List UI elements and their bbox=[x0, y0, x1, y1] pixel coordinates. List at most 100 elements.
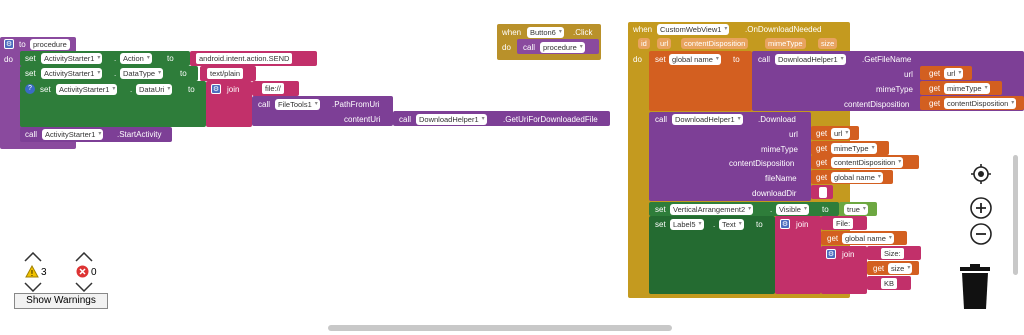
component-dropdown[interactable]: ActivityStarter1 bbox=[41, 53, 103, 64]
variable-dropdown[interactable]: global name bbox=[831, 172, 883, 183]
set-keyword: set bbox=[25, 54, 36, 63]
get-keyword: get bbox=[929, 69, 941, 78]
component-dropdown[interactable]: ActivityStarter1 bbox=[42, 129, 104, 140]
download-dir-text[interactable] bbox=[819, 187, 827, 198]
component-dropdown[interactable]: VerticalArrangement2 bbox=[670, 204, 754, 215]
dot: . bbox=[713, 220, 716, 229]
zoom-in-icon[interactable] bbox=[969, 196, 993, 220]
dot: . bbox=[114, 54, 117, 63]
show-warnings-button[interactable]: Show Warnings bbox=[14, 293, 108, 309]
warning-icon[interactable]: ! bbox=[25, 265, 39, 278]
to-keyword: to bbox=[822, 205, 829, 214]
method-name: .GetUriForDownloadedFile bbox=[503, 115, 598, 124]
help-icon[interactable]: ? bbox=[25, 84, 35, 94]
component-dropdown[interactable]: DownloadHelper1 bbox=[775, 54, 846, 65]
zoom-out-icon[interactable] bbox=[969, 222, 993, 246]
action-value-text[interactable]: android.intent.action.SEND bbox=[196, 53, 293, 64]
call-keyword: call bbox=[399, 115, 412, 124]
component-dropdown[interactable]: ActivityStarter1 bbox=[41, 68, 103, 79]
dot: . bbox=[114, 69, 117, 78]
component-dropdown[interactable]: CustomWebView1 bbox=[657, 24, 730, 35]
size-label-text[interactable]: Size: bbox=[881, 248, 904, 259]
set-keyword: set bbox=[655, 205, 666, 214]
method-name: .Download bbox=[758, 115, 796, 124]
to-keyword: to bbox=[180, 69, 187, 78]
errors-expand-icon[interactable] bbox=[75, 282, 93, 292]
call-keyword: call bbox=[25, 130, 38, 139]
variable-dropdown[interactable]: contentDisposition bbox=[944, 98, 1017, 109]
property-dropdown[interactable]: DataType bbox=[120, 68, 164, 79]
procedure-do-keyword: do bbox=[4, 55, 13, 64]
content-uri-arg-label: contentUri bbox=[344, 115, 381, 124]
set-keyword: set bbox=[655, 55, 666, 64]
dot: . bbox=[770, 205, 773, 214]
variable-dropdown[interactable]: url bbox=[831, 128, 851, 139]
component-dropdown[interactable]: DownloadHelper1 bbox=[416, 114, 487, 125]
param-url[interactable]: url bbox=[657, 38, 672, 49]
property-dropdown[interactable]: Visible bbox=[776, 204, 809, 215]
to-keyword: to bbox=[188, 85, 195, 94]
get-keyword: get bbox=[827, 234, 839, 243]
set-keyword: set bbox=[655, 220, 666, 229]
target-icon[interactable] bbox=[969, 162, 993, 186]
warning-count: 3 bbox=[41, 267, 47, 278]
method-name: .StartActivity bbox=[117, 130, 162, 139]
kb-text[interactable]: KB bbox=[881, 278, 898, 289]
gear-icon[interactable]: ⚙ bbox=[826, 249, 836, 259]
arg-url-label: url bbox=[904, 70, 913, 79]
variable-dropdown[interactable]: global name bbox=[842, 233, 894, 244]
component-dropdown[interactable]: FileTools1 bbox=[275, 99, 320, 110]
variable-dropdown[interactable]: size bbox=[888, 263, 913, 274]
gear-icon[interactable]: ⚙ bbox=[780, 219, 790, 229]
arg-mime-label: mimeType bbox=[761, 145, 798, 154]
component-dropdown[interactable]: ActivityStarter1 bbox=[56, 84, 118, 95]
to-keyword: to bbox=[167, 54, 174, 63]
error-icon[interactable] bbox=[76, 265, 89, 278]
errors-collapse-icon[interactable] bbox=[75, 252, 93, 262]
variable-dropdown[interactable]: url bbox=[944, 68, 964, 79]
procedure-name-field[interactable]: procedure bbox=[30, 39, 70, 50]
gear-icon[interactable]: ⚙ bbox=[4, 39, 14, 49]
call-keyword: call bbox=[655, 115, 668, 124]
param-mime-type[interactable]: mimeType bbox=[765, 38, 806, 49]
variable-dropdown[interactable]: mimeType bbox=[944, 83, 990, 94]
dot: . bbox=[130, 85, 133, 94]
property-dropdown[interactable]: Action bbox=[120, 53, 152, 64]
get-keyword: get bbox=[929, 84, 941, 93]
get-keyword: get bbox=[873, 264, 885, 273]
file-label-text[interactable]: File: bbox=[833, 218, 854, 229]
component-dropdown[interactable]: Label5 bbox=[670, 219, 704, 230]
when-keyword: when bbox=[633, 25, 653, 34]
boolean-dropdown[interactable]: true bbox=[844, 204, 868, 215]
variable-dropdown[interactable]: global name bbox=[669, 54, 721, 65]
arg-filename-label: fileName bbox=[765, 174, 797, 183]
datatype-value-text[interactable]: text/plain bbox=[207, 68, 244, 79]
trash-icon[interactable] bbox=[958, 264, 992, 310]
method-name: .GetFileName bbox=[862, 55, 912, 64]
join-keyword: join bbox=[842, 250, 855, 259]
procedure-dropdown[interactable]: procedure bbox=[540, 42, 585, 53]
get-keyword: get bbox=[816, 144, 828, 153]
variable-dropdown[interactable]: contentDisposition bbox=[831, 157, 904, 168]
property-dropdown[interactable]: DataUri bbox=[136, 84, 173, 95]
arg-cd-label: contentDisposition bbox=[729, 159, 795, 168]
warnings-expand-icon[interactable] bbox=[24, 282, 42, 292]
event-name: .OnDownloadNeeded bbox=[745, 25, 822, 34]
call-keyword: call bbox=[258, 100, 271, 109]
variable-dropdown[interactable]: mimeType bbox=[831, 143, 877, 154]
param-id[interactable]: id bbox=[638, 38, 650, 49]
error-count: 0 bbox=[91, 267, 97, 278]
component-dropdown[interactable]: Button6 bbox=[527, 27, 564, 38]
param-size[interactable]: size bbox=[818, 38, 838, 49]
property-dropdown[interactable]: Text bbox=[719, 219, 744, 230]
to-keyword: to bbox=[733, 55, 740, 64]
vertical-scrollbar[interactable] bbox=[1013, 155, 1018, 275]
do-keyword: do bbox=[633, 55, 642, 64]
horizontal-scrollbar[interactable] bbox=[328, 325, 672, 331]
gear-icon[interactable]: ⚙ bbox=[211, 84, 221, 94]
set-keyword: set bbox=[40, 85, 51, 94]
file-prefix-text[interactable]: file:// bbox=[262, 83, 284, 94]
warnings-collapse-icon[interactable] bbox=[24, 252, 42, 262]
component-dropdown[interactable]: DownloadHelper1 bbox=[672, 114, 743, 125]
param-content-disposition[interactable]: contentDisposition bbox=[681, 38, 749, 49]
